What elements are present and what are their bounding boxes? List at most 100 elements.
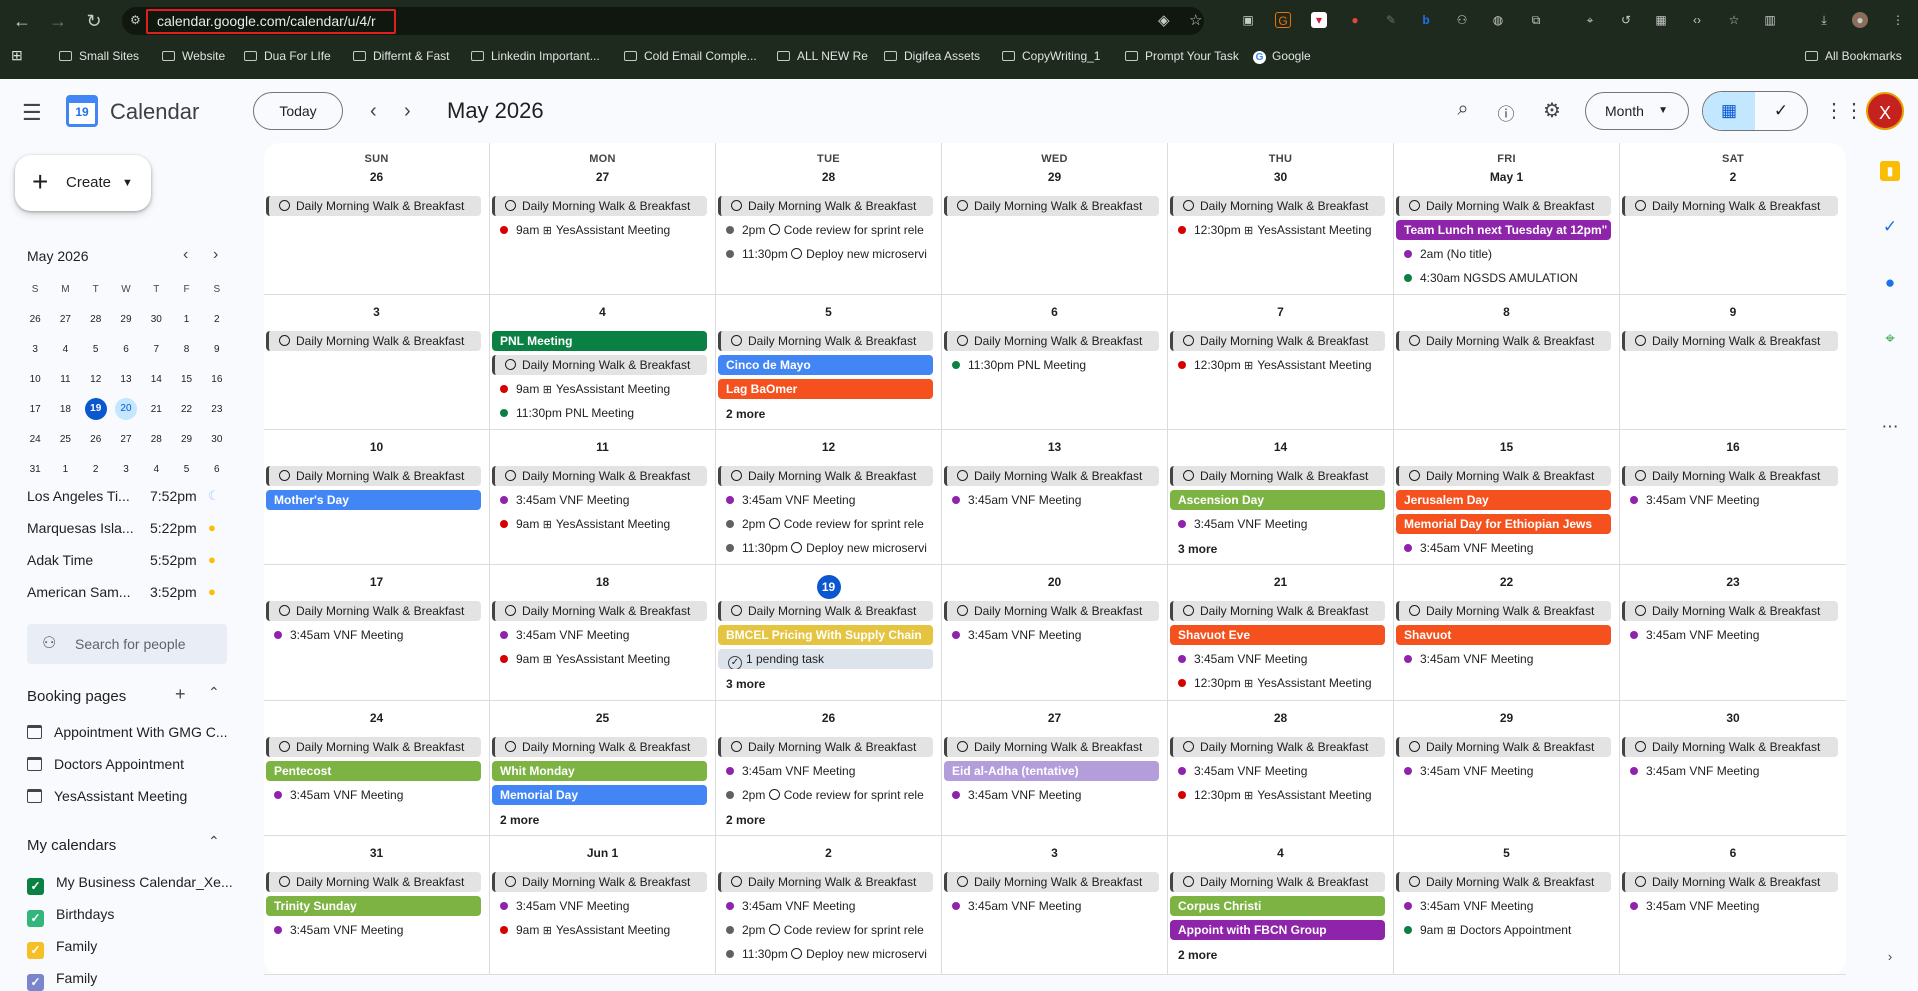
bookmark-item[interactable]: Small Sites — [59, 49, 139, 63]
extension-red-icon[interactable]: ● — [1347, 12, 1363, 28]
task-chip[interactable]: Daily Morning Walk & Breakfast — [1170, 196, 1385, 216]
all-day-event[interactable]: Whit Monday — [492, 761, 707, 781]
timed-event[interactable]: 3:45am VNF Meeting — [1622, 761, 1838, 781]
all-day-event[interactable]: Appoint with FBCN Group — [1170, 920, 1385, 940]
timed-event[interactable]: 3:45am VNF Meeting — [1622, 625, 1838, 645]
day-cell[interactable]: 19 Daily Morning Walk & Breakfast BMCEL Pr… — [716, 565, 942, 701]
task-chip[interactable]: Daily Morning Walk & Breakfast — [1170, 737, 1385, 757]
task-chip[interactable]: Daily Morning Walk & Breakfast — [492, 466, 707, 486]
more-addons-icon[interactable]: ⋯ — [1880, 417, 1900, 437]
more-events-link[interactable]: 2 more — [1178, 948, 1217, 962]
apps-grid-icon[interactable]: ⊞ — [11, 47, 23, 64]
mini-day[interactable]: 3 — [111, 464, 141, 475]
day-number[interactable]: 29 — [942, 170, 1167, 184]
mini-day[interactable]: 12 — [81, 374, 111, 385]
timed-event[interactable]: 3:45am VNF Meeting — [718, 896, 933, 916]
task-chip[interactable]: Daily Morning Walk & Breakfast — [1396, 737, 1611, 757]
mini-day[interactable]: 23 — [202, 404, 232, 415]
day-number[interactable]: 13 — [942, 440, 1167, 454]
day-number[interactable]: 29 — [1394, 711, 1619, 725]
day-cell[interactable]: 3 Daily Morning Walk & Breakfast — [264, 295, 490, 430]
calendar-logo-icon[interactable]: 19 — [66, 95, 98, 127]
task-chip[interactable]: Daily Morning Walk & Breakfast — [1396, 601, 1611, 621]
day-number[interactable]: 26 — [716, 711, 941, 725]
all-day-event[interactable]: Lag BaOmer — [718, 379, 933, 399]
day-number[interactable]: 12 — [716, 440, 941, 454]
profile-icon[interactable]: ● — [1852, 12, 1868, 28]
mini-day[interactable]: 6 — [202, 464, 232, 475]
day-number[interactable]: 5 — [1394, 846, 1619, 860]
task-chip[interactable]: Daily Morning Walk & Breakfast — [492, 196, 707, 216]
booking-page-item[interactable]: Doctors Appointment — [27, 756, 232, 772]
day-cell[interactable]: 5 Daily Morning Walk & Breakfast 3:45am VN… — [1394, 836, 1620, 975]
google-apps-icon[interactable]: ⋮⋮ — [1824, 98, 1864, 123]
mini-day[interactable]: 20 — [111, 398, 141, 420]
calendar-view-icon[interactable]: ▦ — [1703, 92, 1755, 130]
timed-event[interactable]: 12:30pm ⊞ YesAssistant Meeting — [1170, 220, 1385, 240]
day-cell[interactable]: 6 Daily Morning Walk & Breakfast 11:30pm P… — [942, 295, 1168, 430]
day-number[interactable]: 30 — [1168, 170, 1393, 184]
all-day-event[interactable]: Ascension Day — [1170, 490, 1385, 510]
day-number[interactable]: 2 — [716, 846, 941, 860]
extensions-puzzle-icon[interactable]: ⧉ — [1528, 12, 1544, 28]
task-chip[interactable]: Daily Morning Walk & Breakfast — [266, 331, 481, 351]
timed-event[interactable]: 12:30pm ⊞ YesAssistant Meeting — [1170, 785, 1385, 805]
day-number[interactable]: 19 — [716, 575, 941, 599]
mini-day[interactable]: 14 — [141, 374, 171, 385]
timed-event[interactable]: 9am ⊞ Doctors Appointment — [1396, 920, 1611, 940]
my-calendar-item[interactable]: ✓ Family — [27, 970, 232, 991]
mini-next-icon[interactable]: › — [213, 246, 218, 264]
timed-event[interactable]: 11:30pm PNL Meeting — [492, 403, 707, 423]
day-number[interactable]: 30 — [1620, 711, 1846, 725]
all-day-event[interactable]: Shavuot Eve — [1170, 625, 1385, 645]
task-chip[interactable]: Daily Morning Walk & Breakfast — [718, 331, 933, 351]
mini-day[interactable]: 9 — [202, 344, 232, 355]
timed-event[interactable]: 3:45am VNF Meeting — [1396, 649, 1611, 669]
all-day-event[interactable]: Mother's Day — [266, 490, 481, 510]
task-chip[interactable]: Daily Morning Walk & Breakfast — [492, 601, 707, 621]
checkbox-checked-icon[interactable]: ✓ — [27, 942, 44, 959]
mini-day[interactable]: 8 — [171, 344, 201, 355]
timed-event[interactable]: 9am ⊞ YesAssistant Meeting — [492, 920, 707, 940]
timed-event[interactable]: 2pm Code review for sprint rele — [718, 920, 933, 940]
mini-day[interactable]: 30 — [141, 314, 171, 325]
timed-event[interactable]: 3:45am VNF Meeting — [1396, 761, 1611, 781]
timed-event[interactable]: 3:45am VNF Meeting — [1170, 649, 1385, 669]
timed-event[interactable]: 3:45am VNF Meeting — [1622, 896, 1838, 916]
more-events-link[interactable]: 2 more — [726, 407, 765, 421]
tasks-icon[interactable]: ✓ — [1880, 217, 1900, 237]
day-number[interactable]: 16 — [1620, 440, 1846, 454]
day-cell[interactable]: 27 Daily Morning Walk & Breakfast Eid al-A… — [942, 701, 1168, 836]
task-chip[interactable]: Daily Morning Walk & Breakfast — [718, 601, 933, 621]
day-number[interactable]: 3 — [264, 305, 489, 319]
back-icon[interactable]: ← — [4, 6, 40, 36]
task-chip[interactable]: Daily Morning Walk & Breakfast — [266, 196, 481, 216]
timed-event[interactable]: 3:45am VNF Meeting — [1396, 538, 1611, 558]
all-day-event[interactable]: Pentecost — [266, 761, 481, 781]
forward-icon[interactable]: → — [40, 6, 76, 36]
task-chip[interactable]: Daily Morning Walk & Breakfast — [944, 331, 1159, 351]
my-calendar-item[interactable]: ✓ Birthdays — [27, 906, 232, 927]
extension-feather-icon[interactable]: ✎ — [1383, 12, 1399, 28]
create-button[interactable]: + Create ▼ — [15, 155, 151, 211]
bookmark-item[interactable]: G Google — [1253, 49, 1311, 64]
bookmark-item[interactable]: Digifea Assets — [884, 49, 980, 63]
day-number[interactable]: 2 — [1620, 170, 1846, 184]
day-cell[interactable]: 4 Daily Morning Walk & Breakfast Corpus Ch… — [1168, 836, 1394, 975]
mini-day[interactable]: 27 — [50, 314, 80, 325]
day-number[interactable]: 31 — [264, 846, 489, 860]
avatar[interactable]: X — [1866, 92, 1904, 130]
task-chip[interactable]: Daily Morning Walk & Breakfast — [1396, 331, 1611, 351]
day-number[interactable]: 28 — [1168, 711, 1393, 725]
timed-event[interactable]: 2pm Code review for sprint rele — [718, 220, 933, 240]
day-cell[interactable]: FRI May 1 Daily Morning Walk & Breakfast Te… — [1394, 143, 1620, 295]
day-cell[interactable]: 30 Daily Morning Walk & Breakfast 3:45am V… — [1620, 701, 1846, 836]
timed-event[interactable]: 3:45am VNF Meeting — [266, 920, 481, 940]
timed-event[interactable]: 2pm Code review for sprint rele — [718, 514, 933, 534]
mini-day[interactable]: 5 — [81, 344, 111, 355]
all-day-event[interactable]: PNL Meeting — [492, 331, 707, 351]
day-cell[interactable]: 10 Daily Morning Walk & Breakfast Mother's… — [264, 430, 490, 565]
browser-menu-icon[interactable]: ⋮ — [1890, 12, 1906, 28]
mini-day[interactable]: 26 — [81, 434, 111, 445]
day-cell[interactable]: THU 30 Daily Morning Walk & Breakfast 12:30… — [1168, 143, 1394, 295]
